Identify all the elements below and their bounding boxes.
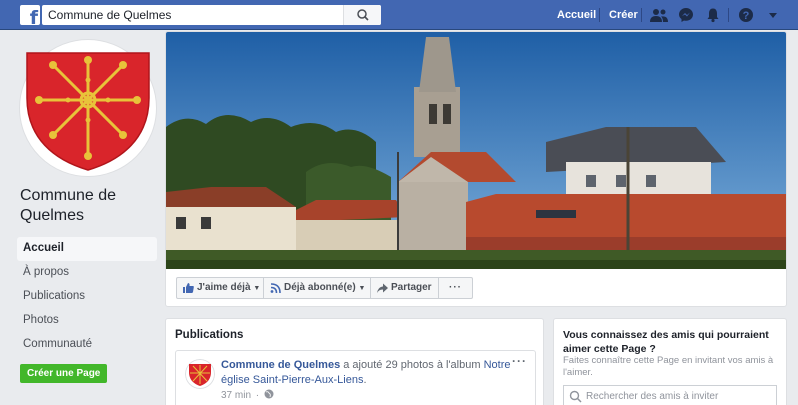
invite-friends-description: Faites connaître cette Page en invitant …	[563, 355, 774, 378]
top-navigation-bar: f Accueil Créer ?	[0, 0, 798, 30]
messenger-icon[interactable]	[678, 7, 694, 23]
publications-heading: Publications	[175, 329, 244, 341]
divider	[641, 8, 642, 22]
search-button[interactable]	[343, 5, 381, 25]
nav-item-posts[interactable]: Publications	[17, 285, 157, 309]
divider	[599, 8, 600, 22]
share-label: Partager	[391, 282, 432, 293]
invite-friends-heading: Vous connaissez des amis qui pourraient …	[563, 329, 769, 355]
chevron-down-icon: ▼	[358, 285, 366, 292]
coat-of-arms-icon	[26, 52, 150, 171]
post-action-text: a ajouté 29 photos à l'album	[340, 359, 484, 371]
post-text: Commune de Quelmes a ajouté 29 photos à …	[221, 358, 511, 388]
svg-text:?: ?	[743, 10, 750, 22]
nav-item-about[interactable]: À propos	[17, 261, 157, 285]
share-button[interactable]: Partager	[370, 277, 439, 299]
more-options-button[interactable]: ···	[438, 277, 473, 299]
post-period: .	[363, 374, 367, 386]
like-label: J'aime déjà	[197, 282, 251, 293]
search-box	[42, 5, 381, 25]
facebook-logo-icon[interactable]: f	[20, 5, 40, 28]
nav-item-photos[interactable]: Photos	[17, 309, 157, 333]
invite-friends-card: Vous connaissez des amis qui pourraient …	[553, 318, 787, 405]
post-author-avatar[interactable]	[185, 359, 215, 389]
share-arrow-icon	[377, 283, 388, 293]
post-meta: 37 min ·	[221, 389, 274, 401]
post-item: Commune de Quelmes a ajouté 29 photos à …	[175, 350, 536, 405]
help-icon[interactable]: ?	[738, 7, 754, 23]
friends-icon[interactable]	[650, 7, 668, 23]
rss-icon	[270, 283, 281, 293]
publications-card: Publications Commune de Quelmes a ajouté…	[165, 318, 544, 405]
cover-photo[interactable]	[166, 32, 786, 269]
search-icon	[357, 9, 369, 21]
notifications-icon[interactable]	[705, 7, 721, 23]
like-button[interactable]: J'aime déjà ▼	[176, 277, 264, 299]
search-icon	[569, 390, 582, 403]
follow-label: Déjà abonné(e)	[284, 282, 356, 293]
chevron-down-icon: ▼	[253, 285, 261, 292]
page-title[interactable]: Commune de Quelmes	[20, 186, 160, 226]
thumbs-up-icon	[183, 283, 194, 293]
post-timestamp[interactable]: 37 min	[221, 390, 251, 401]
nav-item-community[interactable]: Communauté	[17, 333, 157, 357]
account-menu-icon[interactable]	[768, 7, 778, 23]
home-link[interactable]: Accueil	[557, 9, 596, 21]
create-page-button[interactable]: Créer une Page	[20, 364, 108, 383]
globe-icon	[264, 389, 274, 399]
friend-search-input[interactable]	[586, 386, 771, 405]
page-navigation: Accueil À propos Publications Photos Com…	[17, 237, 157, 357]
friend-search-box	[563, 385, 777, 405]
post-menu-button[interactable]: ···	[512, 354, 527, 368]
follow-button[interactable]: Déjà abonné(e) ▼	[263, 277, 371, 299]
search-input[interactable]	[42, 5, 332, 25]
create-link[interactable]: Créer	[609, 9, 638, 21]
cover-section: J'aime déjà ▼ Déjà abonné(e) ▼ Partager …	[165, 31, 787, 307]
divider	[728, 8, 729, 22]
nav-item-home[interactable]: Accueil	[17, 237, 157, 261]
page-profile-picture[interactable]	[19, 39, 157, 177]
post-author-link[interactable]: Commune de Quelmes	[221, 359, 340, 371]
